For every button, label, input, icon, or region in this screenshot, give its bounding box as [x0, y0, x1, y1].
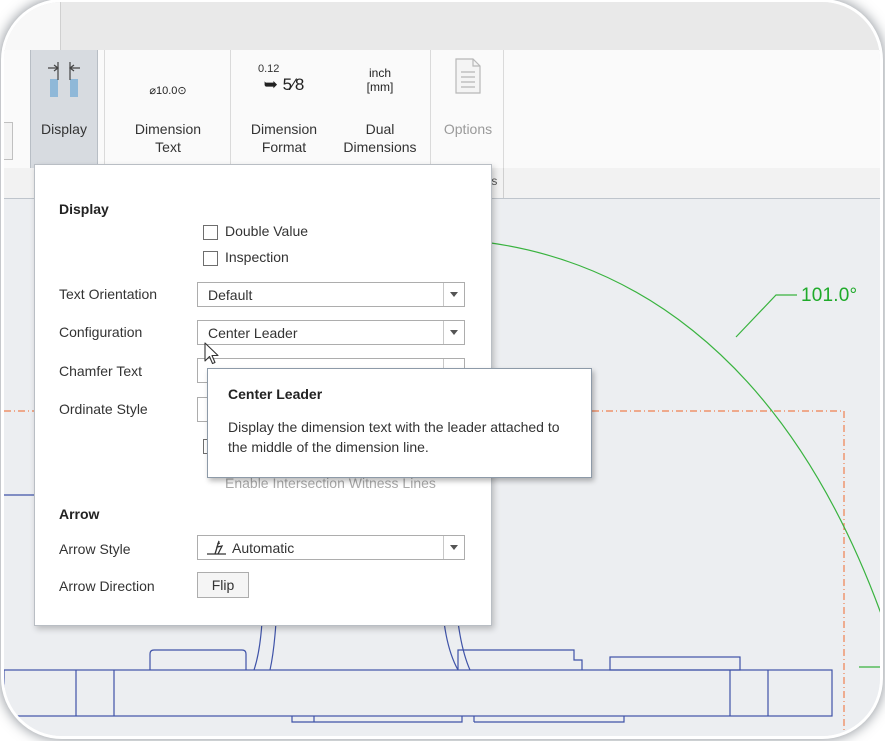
- ribbon-tab-active[interactable]: [4, 2, 61, 50]
- arrow-direction-label: Arrow Direction: [59, 578, 155, 594]
- tooltip-description: Display the dimension text with the lead…: [228, 419, 560, 455]
- ribbon-left-stub: [4, 122, 13, 160]
- ordinate-style-label: Ordinate Style: [59, 401, 148, 417]
- dual-dimensions-button[interactable]: inch [mm] Dual Dimensions: [332, 50, 428, 168]
- display-section-header: Display: [59, 201, 109, 217]
- ribbon-tab-strip: [4, 2, 880, 51]
- text-orientation-select[interactable]: Default: [197, 282, 465, 307]
- dual-dimensions-icon-bottom: [mm]: [366, 80, 394, 94]
- dimension-format-icon: ➥ 5⁄8: [263, 75, 305, 94]
- mouse-cursor-icon: [204, 342, 219, 365]
- arrow-style-label: Arrow Style: [59, 541, 131, 557]
- dimension-format-button[interactable]: 0.12 ➥ 5⁄8 Dimension Format: [236, 50, 332, 168]
- ribbon-separator: [430, 50, 431, 168]
- double-value-checkbox[interactable]: [203, 225, 218, 240]
- ribbon: Display ⌀10.0⊙ Dimension Text 0.12 ➥ 5⁄8…: [4, 50, 880, 169]
- arrow-style-select[interactable]: Automatic: [197, 535, 465, 560]
- text-orientation-value: Default: [208, 287, 253, 303]
- arrow-style-icon: [207, 540, 226, 555]
- tooltip-title: Center Leader: [228, 386, 323, 402]
- display-button-label: Display: [41, 121, 87, 137]
- chevron-down-icon[interactable]: [443, 283, 464, 306]
- configuration-select[interactable]: Center Leader: [197, 320, 465, 345]
- ribbon-separator: [104, 50, 105, 168]
- arrow-style-value: Automatic: [232, 540, 295, 556]
- dual-dimensions-label: Dual Dimensions: [343, 121, 417, 155]
- options-label: Options: [443, 121, 493, 137]
- application-window: Display ⌀10.0⊙ Dimension Text 0.12 ➥ 5⁄8…: [4, 2, 880, 736]
- options-button[interactable]: Options: [436, 50, 500, 168]
- ribbon-group-separator: [503, 168, 504, 198]
- ribbon-separator: [230, 50, 231, 168]
- dimension-text-label: Dimension Text: [134, 121, 202, 155]
- chevron-down-icon[interactable]: [443, 536, 464, 559]
- center-leader-tooltip: Center Leader Display the dimension text…: [207, 368, 592, 478]
- inspection-label[interactable]: Inspection: [225, 249, 289, 265]
- flip-button[interactable]: Flip: [197, 572, 249, 598]
- dimension-leader: [735, 294, 797, 338]
- chamfer-text-label: Chamfer Text: [59, 363, 142, 379]
- display-icon: [48, 62, 80, 97]
- inspection-checkbox[interactable]: [203, 251, 218, 266]
- double-value-label[interactable]: Double Value: [225, 223, 308, 239]
- configuration-value: Center Leader: [208, 325, 298, 341]
- configuration-label: Configuration: [59, 324, 143, 340]
- dimension-text-icon: ⌀10.0⊙: [149, 85, 187, 97]
- ribbon-separator: [503, 50, 504, 168]
- dimension-value-label[interactable]: 101.0°: [801, 285, 857, 307]
- text-orientation-label: Text Orientation: [59, 286, 158, 302]
- options-list-icon: [455, 58, 481, 94]
- display-button[interactable]: Display: [30, 50, 98, 168]
- dimension-text-button[interactable]: ⌀10.0⊙ Dimension Text: [114, 50, 222, 168]
- arrow-section-header: Arrow: [59, 506, 100, 522]
- dimension-format-label: Dimension Format: [250, 121, 318, 155]
- chevron-down-icon[interactable]: [443, 321, 464, 344]
